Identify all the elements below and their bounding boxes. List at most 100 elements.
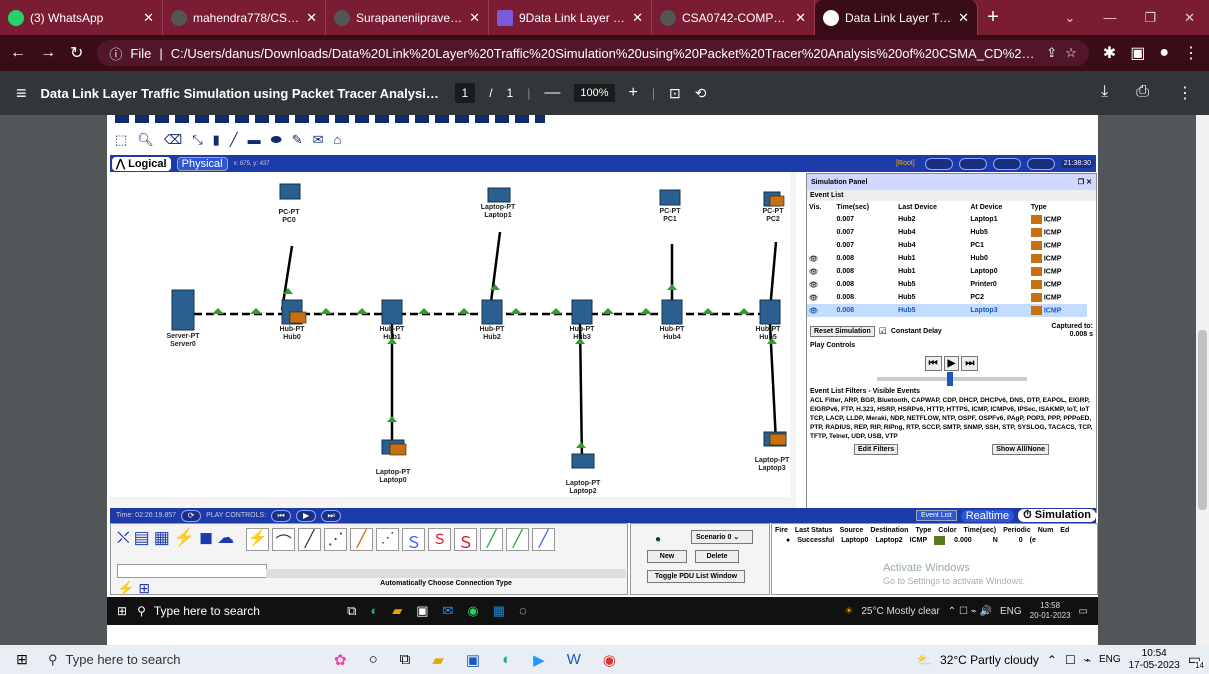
cortana-icon[interactable]: ○ <box>369 651 378 668</box>
back-level-button[interactable] <box>924 157 953 170</box>
share-icon[interactable]: ⇪ <box>1046 45 1057 61</box>
zoom-out-icon[interactable]: — <box>544 84 560 102</box>
page-number-input[interactable]: 1 <box>454 83 476 103</box>
octal-cable-icon[interactable]: ╱ <box>480 528 504 551</box>
usb-cable-icon[interactable]: ╱ <box>532 528 556 551</box>
resize-icon[interactable]: ⤡ <box>192 132 202 148</box>
packet-tracer-app-icon[interactable]: ▦ <box>493 603 505 619</box>
language-indicator[interactable]: ENG <box>1099 654 1121 665</box>
event-row[interactable]: 👁 0.008 Hub5 Printer0 ICMP <box>807 278 1087 291</box>
misc-icon[interactable]: ◼ <box>199 528 213 551</box>
pdu-envelope-icon[interactable] <box>769 433 787 446</box>
close-window-icon[interactable]: ✕ <box>1184 10 1195 26</box>
event-row-selected[interactable]: 👁 0.008 Hub5 Laptop3 ICMP <box>807 304 1087 317</box>
move-object-button[interactable] <box>992 157 1021 170</box>
restore-icon[interactable]: ❐ <box>1144 10 1156 26</box>
server0-icon[interactable] <box>171 289 195 331</box>
console-cable-icon[interactable]: ⌒ <box>272 528 296 552</box>
store-icon[interactable]: ▣ <box>466 651 480 669</box>
hub3-icon[interactable] <box>571 299 593 325</box>
hub2-icon[interactable] <box>481 299 503 325</box>
physical-tab[interactable]: Physical <box>176 156 228 171</box>
laptop2-icon[interactable] <box>571 453 595 469</box>
more-options-icon[interactable]: ⋮ <box>1177 83 1193 103</box>
whatsapp-app-icon[interactable]: ◉ <box>467 603 478 619</box>
crossover-cable-icon[interactable]: ⋰ <box>324 528 348 551</box>
tray-expand-icon[interactable]: ⌃ <box>1047 653 1057 667</box>
pdu-envelope-icon[interactable] <box>769 195 785 207</box>
add-simple-pdu-icon[interactable]: ✉ <box>313 132 324 148</box>
word-icon[interactable]: W <box>567 651 581 668</box>
pdf-scrollbar[interactable] <box>1196 115 1209 645</box>
show-all-button[interactable]: Show All/None <box>992 444 1049 455</box>
tray-hscrollbar[interactable] <box>266 569 626 578</box>
step-back-icon[interactable]: ⏮ <box>924 356 942 371</box>
extensions-icon[interactable]: ✱ <box>1103 43 1116 63</box>
close-icon[interactable]: ✕ <box>795 10 806 26</box>
close-icon[interactable]: ✕ <box>306 10 317 26</box>
forward-icon[interactable]: → <box>40 44 56 62</box>
hub1-icon[interactable] <box>381 299 403 325</box>
file-explorer-icon[interactable]: ▰ <box>392 603 402 619</box>
back-icon[interactable]: ← <box>10 44 26 62</box>
close-icon[interactable]: ✕ <box>958 10 969 26</box>
network-icon[interactable]: ☐ <box>1065 653 1076 667</box>
tab-github-surapaneni[interactable]: Surapaneniipraveenku ✕ <box>326 0 489 35</box>
bar-step-forward-icon[interactable]: ⏭ <box>321 509 342 522</box>
event-row[interactable]: 👁 0.008 Hub1 Laptop0 ICMP <box>807 265 1087 278</box>
lightning-icon[interactable]: ⚡ ⊞ <box>117 580 150 597</box>
event-row[interactable]: 0.007 Hub2 Laptop1 ICMP <box>807 213 1087 226</box>
menu-kebab-icon[interactable]: ⋮ <box>1183 43 1199 63</box>
pdu-envelope-icon[interactable] <box>389 443 407 456</box>
note-icon[interactable]: ▮ <box>213 132 220 148</box>
multiuser-icon[interactable]: ☁ <box>217 528 234 551</box>
notification-center-icon[interactable]: ▭ 14 <box>1188 651 1205 670</box>
wifi-icon[interactable]: ⌁ <box>1084 653 1091 667</box>
realtime-tab[interactable]: Realtime <box>960 509 1015 522</box>
topology-canvas[interactable]: PC-PT PC0 Laptop-PT Laptop1 PC-PT PC1 PC-PT… <box>110 172 796 508</box>
step-forward-icon[interactable]: ⏭ <box>961 356 979 371</box>
add-complex-pdu-icon[interactable]: ⌂ <box>334 132 342 148</box>
straight-cable-icon[interactable]: ╱ <box>298 528 322 551</box>
edit-filters-button[interactable]: Edit Filters <box>854 444 899 455</box>
viewport-button[interactable] <box>1026 157 1055 170</box>
serial-dce-icon[interactable]: Ｓ <box>428 528 452 551</box>
phone-cable-icon[interactable]: ⋰ <box>376 528 400 551</box>
components-icon[interactable]: ▦ <box>154 528 170 551</box>
timer-reset-icon[interactable]: ⟳ <box>181 509 202 522</box>
hub4-icon[interactable] <box>661 299 683 325</box>
device-search-box[interactable] <box>117 564 267 578</box>
tab-github-mahendra[interactable]: mahendra778/CSA072 ✕ <box>163 0 326 35</box>
edge-icon[interactable]: ◐ <box>502 651 511 668</box>
serial-dte-icon[interactable]: Ｓ <box>454 528 478 552</box>
close-icon[interactable]: ✕ <box>143 10 154 26</box>
inner-clock[interactable]: 13:58 20-01-2023 <box>1030 601 1071 621</box>
new-tab-button[interactable]: + <box>978 0 1008 35</box>
speed-slider-thumb[interactable] <box>946 372 953 386</box>
notification-icon[interactable]: ▭ <box>1079 606 1088 617</box>
auto-cable-icon[interactable]: ⚡ <box>246 528 270 551</box>
new-cluster-button[interactable] <box>958 157 987 170</box>
logical-tab[interactable]: ⋀ Logical <box>112 156 171 171</box>
event-row[interactable]: 👁 0.008 Hub1 Hub0 ICMP <box>807 252 1087 265</box>
event-row[interactable]: 0.007 Hub4 PC1 ICMP <box>807 239 1087 252</box>
event-row[interactable]: 👁 0.008 Hub5 PC2 ICMP <box>807 291 1087 304</box>
ellipse-tool-icon[interactable]: ⬬ <box>271 132 282 148</box>
zoom-app-icon[interactable]: ▶ <box>533 651 545 669</box>
constant-delay-checkbox[interactable]: ☑ <box>879 326 887 337</box>
select-icon[interactable]: ⬚ <box>115 132 127 148</box>
taskview-icon[interactable]: ⧉ <box>400 651 411 668</box>
pdu-row[interactable]: ● Successful Laptop0 Laptop2 ICMP 0.000 … <box>772 534 1097 545</box>
chrome-icon[interactable]: ◉ <box>603 651 616 669</box>
iot-cable-icon[interactable]: ╱ <box>506 528 530 551</box>
profile-icon[interactable]: ● <box>1159 44 1169 62</box>
rect-tool-icon[interactable]: ▬ <box>248 132 261 148</box>
windows-start-icon[interactable]: ⊞ <box>117 604 127 618</box>
bar-step-back-icon[interactable]: ⏮ <box>271 509 292 522</box>
edge-icon[interactable]: ◐ <box>370 603 378 619</box>
reload-icon[interactable]: ↻ <box>70 43 83 63</box>
store-icon[interactable]: ▣ <box>416 603 428 619</box>
minimize-icon[interactable]: — <box>1103 10 1116 25</box>
mail-icon[interactable]: ✉ <box>443 603 454 619</box>
print-icon[interactable]: ⎙ <box>1136 83 1149 103</box>
